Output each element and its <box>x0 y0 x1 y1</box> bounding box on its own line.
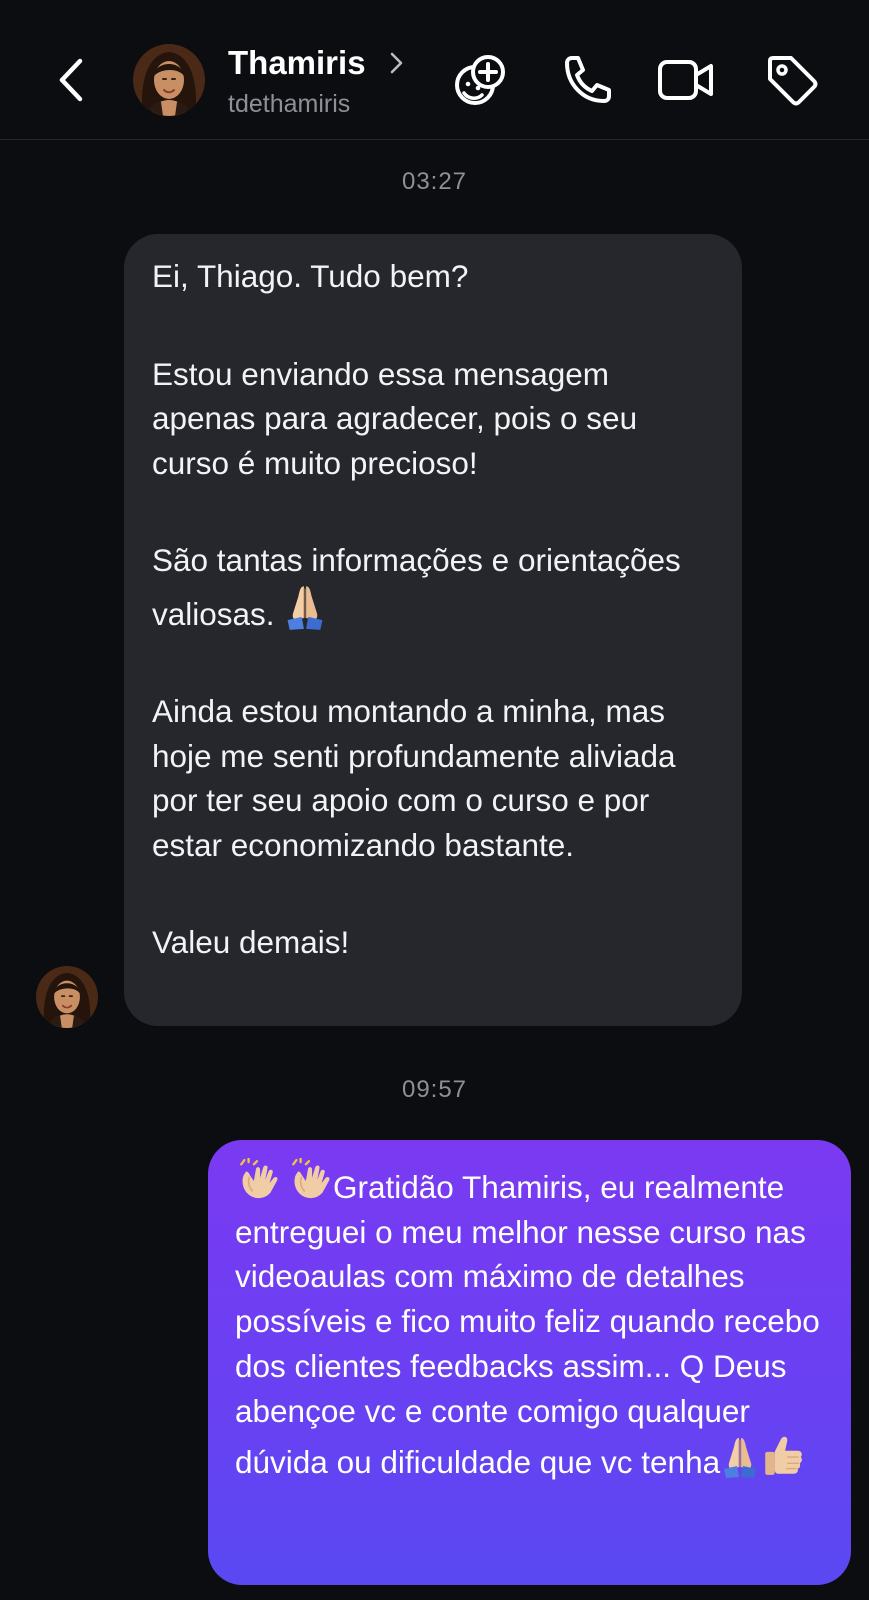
avatar[interactable] <box>133 44 205 116</box>
clapping-hands-emoji <box>235 1158 281 1204</box>
back-arrow-icon <box>59 58 83 102</box>
chat-header: Thamiris tdethamiris <box>0 0 869 140</box>
outgoing-message-bubble[interactable]: Gratidão Thamiris, eu realmente entregue… <box>208 1140 851 1585</box>
phone-icon <box>565 56 611 103</box>
sticker-add-icon <box>455 55 505 105</box>
folded-hands-emoji <box>283 583 327 631</box>
message-timestamp: 09:57 <box>401 1076 468 1103</box>
tag-button[interactable] <box>762 50 822 110</box>
thumbs-up-emoji <box>760 1433 806 1479</box>
tag-icon <box>768 56 818 106</box>
folded-hands-emoji <box>720 1435 760 1479</box>
sticker-button[interactable] <box>450 50 510 110</box>
clapping-hands-emoji <box>287 1158 333 1204</box>
incoming-message-bubble[interactable]: Ei, Thiago. Tudo bem? Estou enviando ess… <box>124 234 742 1026</box>
video-icon <box>658 60 713 100</box>
contact-name[interactable]: Thamiris <box>228 44 366 82</box>
message-paragraph: Estou enviando essa mensagem apenas para… <box>152 355 638 481</box>
back-button[interactable] <box>48 50 94 110</box>
message-text: São tantas informações e orientações val… <box>152 542 681 632</box>
chevron-right-icon[interactable] <box>388 48 406 78</box>
message-paragraph: Ainda estou montando a minha, mas hoje m… <box>152 693 676 863</box>
message-timestamp: 03:27 <box>401 168 468 195</box>
contact-handle: tdethamiris <box>228 90 351 118</box>
message-paragraph: Ei, Thiago. Tudo bem? <box>152 258 469 294</box>
video-call-button[interactable] <box>656 50 716 110</box>
sender-avatar[interactable] <box>36 966 98 1028</box>
message-paragraph: São tantas informações e orientações val… <box>152 538 716 636</box>
message-paragraph: Valeu demais! <box>152 924 350 960</box>
call-button[interactable] <box>556 50 616 110</box>
message-text: Gratidão Thamiris, eu realmente entregue… <box>235 1169 820 1481</box>
